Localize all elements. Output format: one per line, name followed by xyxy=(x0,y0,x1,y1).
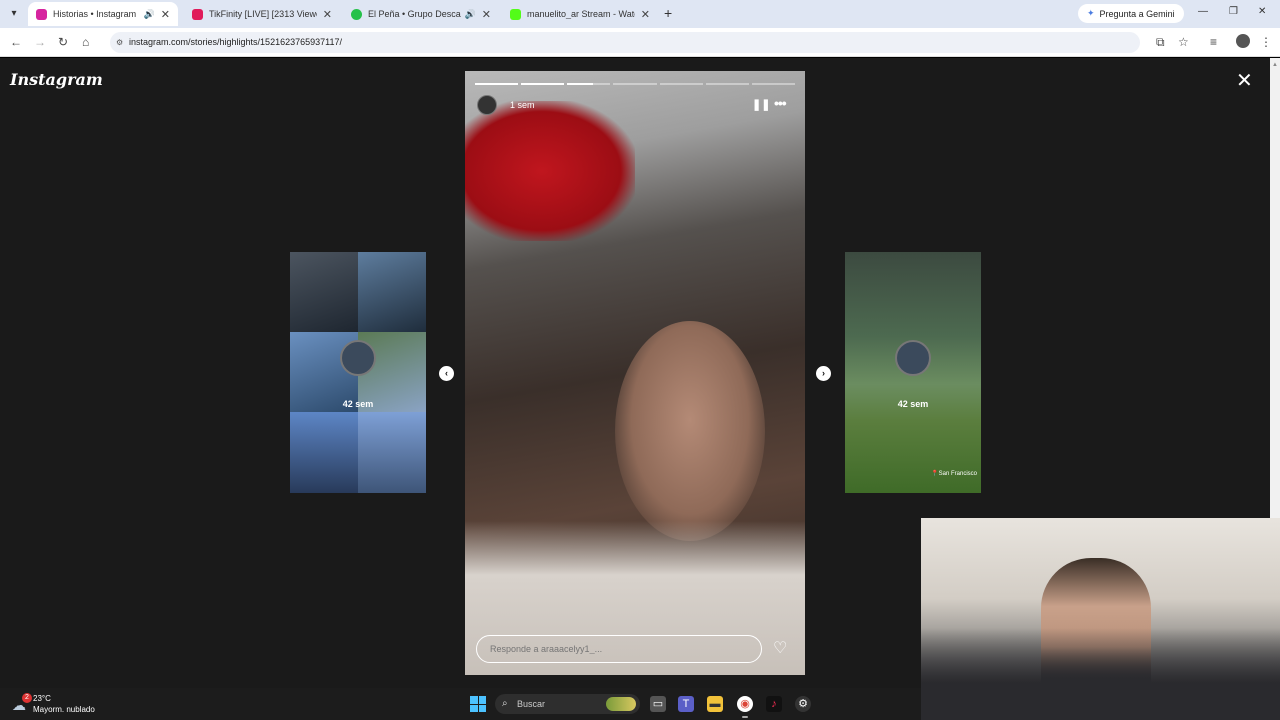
tab-title: Historias • Instagram xyxy=(53,9,137,19)
pause-icon[interactable]: ❚❚ xyxy=(752,98,770,111)
tab-title: manuelito_ar Stream - Watch L xyxy=(527,9,635,19)
preview-avatar xyxy=(895,340,931,376)
webcam-background xyxy=(921,628,1280,720)
story-viewer[interactable]: 1 sem ❚❚ ••• ♡ xyxy=(465,71,805,675)
notification-badge: 2 xyxy=(22,693,32,703)
new-tab-icon[interactable]: + xyxy=(664,5,672,21)
kick-favicon-icon xyxy=(510,8,521,20)
search-icon: ⌕ xyxy=(502,698,508,709)
weather-desc: Mayorm. nublado xyxy=(33,705,95,714)
heart-icon[interactable]: ♡ xyxy=(773,638,787,658)
tiktok-icon[interactable]: ♪ xyxy=(766,696,782,712)
progress-segment xyxy=(751,83,795,85)
reply-input[interactable] xyxy=(476,635,762,663)
webcam-overlay xyxy=(921,518,1280,720)
progress-segment xyxy=(659,83,703,85)
site-info-icon[interactable]: ⚙ xyxy=(116,32,123,53)
story-progress-bar xyxy=(475,83,795,85)
weather-temp: 23°C xyxy=(33,694,51,703)
menu-dots-icon[interactable]: ⋮ xyxy=(1260,35,1272,49)
windows-taskbar xyxy=(0,688,921,720)
close-tab-icon[interactable]: ✕ xyxy=(641,8,650,21)
progress-segment xyxy=(475,83,519,85)
scroll-up-icon[interactable]: ▲ xyxy=(1272,62,1278,70)
location-label: San Francisco xyxy=(938,471,977,477)
progress-segment xyxy=(567,83,611,85)
file-explorer-icon[interactable]: ▬ xyxy=(707,696,723,712)
back-icon[interactable]: ← xyxy=(10,35,22,49)
task-view-icon[interactable]: ▭ xyxy=(650,696,666,712)
close-tab-icon[interactable]: ✕ xyxy=(323,8,332,21)
tab-el-pena[interactable]: El Peña • Grupo Descarga D 🔊 ✕ xyxy=(343,2,499,26)
gemini-button[interactable]: ✦ Pregunta a Gemini xyxy=(1078,4,1184,23)
previous-story-preview[interactable]: 42 sem xyxy=(290,252,426,493)
chevron-left-icon[interactable]: ‹ xyxy=(439,366,454,381)
close-tab-icon[interactable]: ✕ xyxy=(161,8,170,21)
speaker-icon[interactable]: 🔊 xyxy=(144,9,155,20)
preview-time: 42 sem xyxy=(342,399,374,409)
preview-location: 📍San Francisco xyxy=(931,471,977,477)
search-highlight-image xyxy=(606,697,636,711)
progress-segment xyxy=(705,83,749,85)
more-icon[interactable]: ••• xyxy=(774,95,787,111)
progress-segment xyxy=(521,83,565,85)
settings-icon[interactable]: ⚙ xyxy=(795,696,811,712)
teams-icon[interactable]: T xyxy=(678,696,694,712)
progress-segment xyxy=(613,83,657,85)
chevron-right-icon[interactable]: › xyxy=(816,366,831,381)
instagram-logo[interactable]: Instagram xyxy=(10,70,103,89)
instagram-favicon-icon xyxy=(36,8,47,20)
browser-toolbar: ← → ↻ ⌂ ⚙ instagram.com/stories/highligh… xyxy=(0,28,1280,57)
reload-icon[interactable]: ↻ xyxy=(58,35,68,49)
story-photo-subject xyxy=(615,321,765,541)
gemini-star-icon: ✦ xyxy=(1087,8,1095,18)
tab-search-chevron-icon[interactable]: ▾ xyxy=(6,6,22,22)
bookmark-star-icon[interactable]: ☆ xyxy=(1178,35,1189,49)
weather-widget[interactable]: ☁ 2 xyxy=(12,693,32,713)
chrome-icon[interactable]: ◉ xyxy=(737,696,753,718)
story-time: 1 sem xyxy=(510,100,535,110)
forward-icon[interactable]: → xyxy=(34,35,46,49)
home-icon[interactable]: ⌂ xyxy=(82,35,89,49)
close-tab-icon[interactable]: ✕ xyxy=(482,8,491,21)
tikfinity-favicon-icon xyxy=(192,8,203,20)
profile-avatar[interactable] xyxy=(1236,34,1250,48)
speaker-icon[interactable]: 🔊 xyxy=(465,9,476,20)
tab-kick[interactable]: manuelito_ar Stream - Watch L ✕ xyxy=(502,2,658,26)
close-icon[interactable]: ✕ xyxy=(1236,71,1253,91)
browser-tab-strip: ▾ Historias • Instagram 🔊 ✕ TikFinity [L… xyxy=(0,0,1280,28)
restore-icon[interactable]: ❐ xyxy=(1229,6,1238,17)
tab-title: El Peña • Grupo Descarga D xyxy=(368,9,461,19)
story-photo-background xyxy=(465,101,635,241)
preview-avatar xyxy=(340,340,376,376)
next-story-preview[interactable]: 42 sem 📍San Francisco xyxy=(845,252,981,493)
minimize-icon[interactable]: — xyxy=(1198,6,1208,17)
tab-title: TikFinity [LIVE] [2313 Viewers] xyxy=(209,9,317,19)
story-author-avatar[interactable] xyxy=(477,95,497,115)
address-bar[interactable]: ⚙ instagram.com/stories/highlights/15216… xyxy=(110,32,1140,53)
taskbar-search[interactable]: ⌕ Buscar xyxy=(495,694,640,714)
tab-tikfinity[interactable]: TikFinity [LIVE] [2313 Viewers] ✕ xyxy=(184,2,340,26)
install-app-icon[interactable]: ⧉ xyxy=(1156,35,1165,50)
media-control-icon[interactable]: ≡ xyxy=(1210,35,1217,49)
url-text: instagram.com/stories/highlights/1521623… xyxy=(129,37,342,47)
preview-time: 42 sem xyxy=(897,399,929,409)
whatsapp-favicon-icon xyxy=(351,8,362,20)
close-window-icon[interactable]: ✕ xyxy=(1258,6,1266,17)
gemini-label: Pregunta a Gemini xyxy=(1099,8,1175,19)
windows-icon[interactable] xyxy=(470,696,486,712)
tab-instagram[interactable]: Historias • Instagram 🔊 ✕ xyxy=(28,2,178,26)
search-placeholder: Buscar xyxy=(517,699,546,709)
